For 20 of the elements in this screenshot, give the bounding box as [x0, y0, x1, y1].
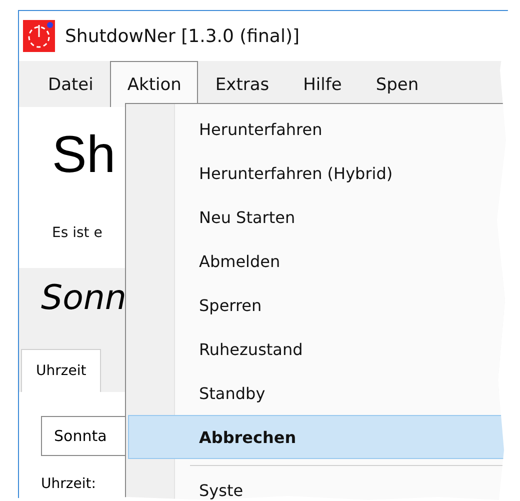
menu-option[interactable]: Herunterfahren (Hybrid)	[128, 151, 508, 195]
menu-option[interactable]: Sperren	[128, 283, 508, 327]
power-clock-icon	[23, 20, 55, 52]
menu-item[interactable]: Datei	[31, 61, 110, 107]
menu-option[interactable]: Standby	[128, 371, 508, 415]
menu-item[interactable]: Spen	[358, 61, 436, 107]
window-title: ShutdowNer [1.3.0 (final)]	[65, 26, 300, 46]
menu-option[interactable]: Neu Starten	[128, 195, 508, 239]
menu-item[interactable]: Hilfe	[286, 61, 359, 107]
menu-option[interactable]: Herunterfahren	[128, 107, 508, 151]
time-label: Uhrzeit:	[41, 476, 96, 492]
status-message: Es ist e	[52, 225, 102, 241]
menu-option[interactable]: Abmelden	[128, 239, 508, 283]
menu-option[interactable]: Ruhezustand	[128, 327, 508, 371]
menu-option[interactable]: Syste	[128, 468, 508, 500]
tab[interactable]: Uhrzeit	[21, 349, 102, 392]
app-heading: Sh	[52, 125, 116, 185]
menu-item[interactable]: Extras	[198, 61, 286, 107]
menu-item[interactable]: Aktion	[110, 61, 198, 107]
day-heading: Sonn	[41, 278, 126, 318]
